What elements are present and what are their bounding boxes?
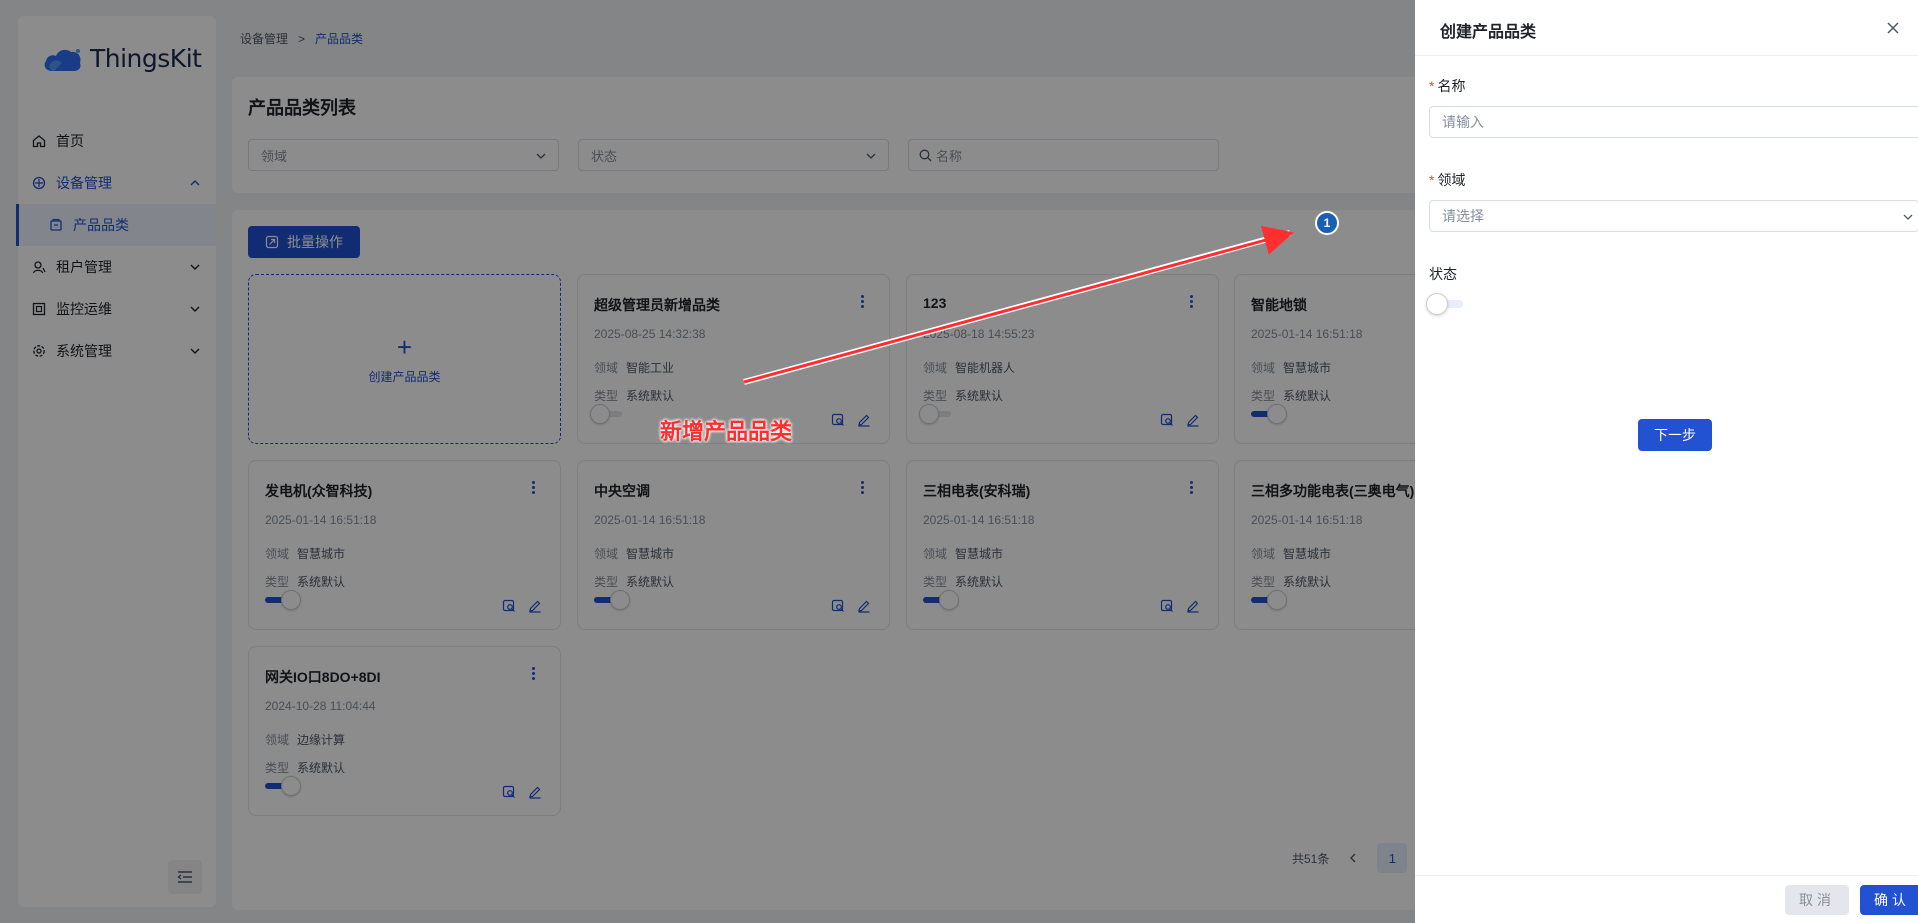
domain-select-placeholder: 请选择 [1442,208,1484,224]
domain-label-text: 领域 [1437,172,1466,188]
drawer-title: 创建产品品类 [1440,24,1537,41]
domain-select[interactable]: 请选择 [1429,200,1918,232]
name-label: * 名称 [1429,76,1465,96]
annotation-label: 新增产品品类 [660,419,793,445]
status-label: 状态 [1429,266,1457,282]
required-mark: * [1429,78,1435,94]
name-label-text: 名称 [1437,78,1466,94]
chevron-down-icon [1903,214,1913,220]
name-input-placeholder: 请输入 [1442,114,1484,130]
required-mark: * [1429,172,1435,188]
status-switch[interactable] [1426,293,1463,315]
create-category-drawer: 创建产品品类 * 名称 请输入 * 领域 请选择 状态 下一步 取消 确认 [1415,0,1918,923]
name-input[interactable]: 请输入 [1429,106,1918,138]
drawer-header: 创建产品品类 [1415,0,1918,56]
next-step-button[interactable]: 下一步 [1638,419,1712,451]
close-icon[interactable] [1886,21,1900,35]
confirm-button[interactable]: 确认 [1860,885,1918,915]
domain-label: * 领域 [1429,170,1465,190]
drawer-footer: 取消 确认 [1415,875,1918,923]
cancel-button[interactable]: 取消 [1785,885,1849,915]
step-badge: 1 [1315,211,1339,235]
